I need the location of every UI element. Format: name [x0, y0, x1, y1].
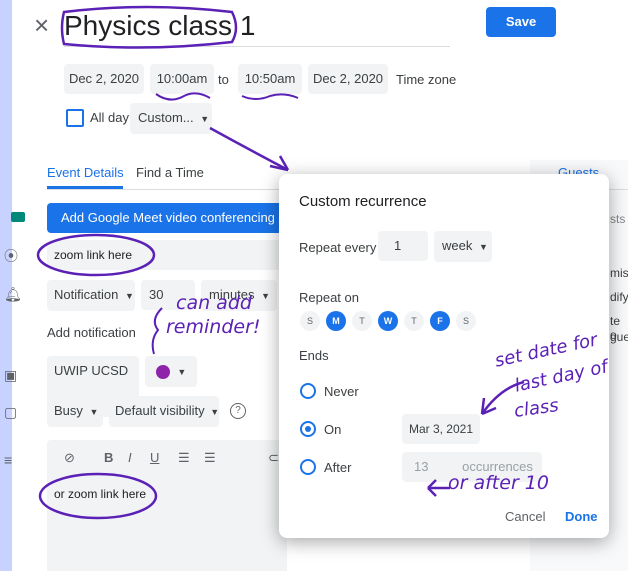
notification-type-select[interactable]: Notification ▼	[47, 280, 135, 311]
end-date-chip[interactable]: Dec 2, 2020	[308, 64, 388, 94]
recurrence-arrow-ink	[209, 126, 290, 172]
visibility-select[interactable]: Default visibility ▼	[109, 396, 219, 427]
day-saturday[interactable]: S	[456, 311, 476, 331]
never-radio[interactable]	[300, 383, 316, 399]
day-sunday[interactable]: S	[300, 311, 320, 331]
day-friday[interactable]: F	[430, 311, 450, 331]
never-label: Never	[324, 384, 359, 399]
guests-partial-2: mis	[610, 266, 628, 280]
chevron-down-icon: ▼	[177, 367, 187, 377]
italic-icon[interactable]: I	[128, 450, 132, 465]
busy-select[interactable]: Busy ▼	[47, 396, 103, 427]
after-label: After	[324, 460, 352, 475]
bell-icon: 🔔︎	[4, 286, 22, 302]
guests-partial-5: gue	[610, 330, 628, 344]
calendar-icon: ▣	[4, 367, 18, 383]
chevron-down-icon: ▼	[478, 242, 488, 252]
after-note: or after 10	[448, 472, 549, 494]
on-radio[interactable]	[300, 421, 316, 437]
cancel-button[interactable]: Cancel	[505, 509, 545, 524]
guests-partial-1: sts	[610, 212, 626, 226]
calendar-name: UWIP UCSD	[54, 363, 129, 378]
title-circle-ink	[60, 5, 238, 49]
bullet-list-icon[interactable]: ☰	[204, 450, 216, 466]
numbered-list-icon[interactable]: ☰	[178, 450, 190, 466]
location-icon: ⦿	[4, 248, 18, 264]
visibility-label: Default visibility	[115, 403, 205, 418]
day-monday[interactable]: M	[326, 311, 346, 331]
underline-icon[interactable]: U	[150, 450, 159, 465]
busy-label: Busy	[54, 403, 83, 418]
reminder-brace-ink	[151, 307, 163, 355]
repeat-unit-label: week	[442, 238, 473, 253]
after-arrow-ink	[427, 479, 450, 497]
repeat-unit-select[interactable]: week ▼	[434, 231, 492, 262]
to-label: to	[218, 72, 229, 87]
tab-find-time[interactable]: Find a Time	[136, 165, 204, 180]
day-wednesday[interactable]: W	[378, 311, 398, 331]
all-day-checkbox[interactable]	[66, 109, 84, 127]
all-day-label: All day	[90, 110, 130, 125]
link-icon[interactable]: ⊂	[268, 450, 279, 466]
on-label: On	[324, 422, 342, 437]
repeat-every-label: Repeat every	[299, 240, 377, 255]
briefcase-icon: ▢	[4, 404, 18, 420]
dialog-title: Custom recurrence	[299, 193, 427, 210]
reminder-note-2: reminder!	[166, 316, 261, 338]
day-tuesday[interactable]: T	[352, 311, 372, 331]
guests-partial-3: dify	[610, 290, 628, 304]
description-circle-ink	[38, 472, 158, 520]
meet-icon	[11, 212, 25, 222]
close-icon[interactable]: ×	[34, 10, 49, 41]
description-icon: ≡	[4, 452, 13, 468]
occurrences-count: 13	[414, 459, 429, 474]
timezone-link[interactable]: Time zone	[396, 72, 456, 87]
chevron-down-icon: ▼	[210, 407, 220, 417]
day-thursday[interactable]: T	[404, 311, 424, 331]
notification-type-label: Notification	[54, 287, 119, 302]
add-notification-link[interactable]: Add notification	[47, 325, 136, 340]
save-button[interactable]: Save	[486, 7, 556, 37]
recurrence-select-label: Custom...	[138, 110, 194, 125]
help-icon[interactable]: ?	[230, 403, 246, 419]
chevron-down-icon: ▼	[89, 407, 99, 417]
done-button[interactable]: Done	[565, 509, 598, 524]
color-dot-icon	[155, 364, 170, 379]
reminder-note-1: can add	[176, 292, 252, 314]
ends-label: Ends	[299, 348, 329, 363]
chevron-down-icon: ▼	[261, 291, 271, 301]
bold-icon[interactable]: B	[104, 450, 113, 465]
start-date-chip[interactable]: Dec 2, 2020	[64, 64, 144, 94]
date-arrow-ink	[480, 380, 525, 416]
tab-event-details[interactable]: Event Details	[47, 165, 124, 180]
chevron-down-icon: ▼	[124, 291, 134, 301]
repeat-count-input[interactable]: 1	[378, 231, 428, 261]
repeat-on-label: Repeat on	[299, 290, 359, 305]
add-meet-button[interactable]: Add Google Meet video conferencing	[47, 203, 287, 233]
after-radio[interactable]	[300, 459, 316, 475]
attachment-icon[interactable]: ⊘	[64, 450, 75, 466]
location-circle-ink	[36, 233, 156, 277]
end-date-input[interactable]: Mar 3, 2021	[402, 414, 480, 444]
calendar-color-select[interactable]: ▼	[145, 356, 197, 387]
